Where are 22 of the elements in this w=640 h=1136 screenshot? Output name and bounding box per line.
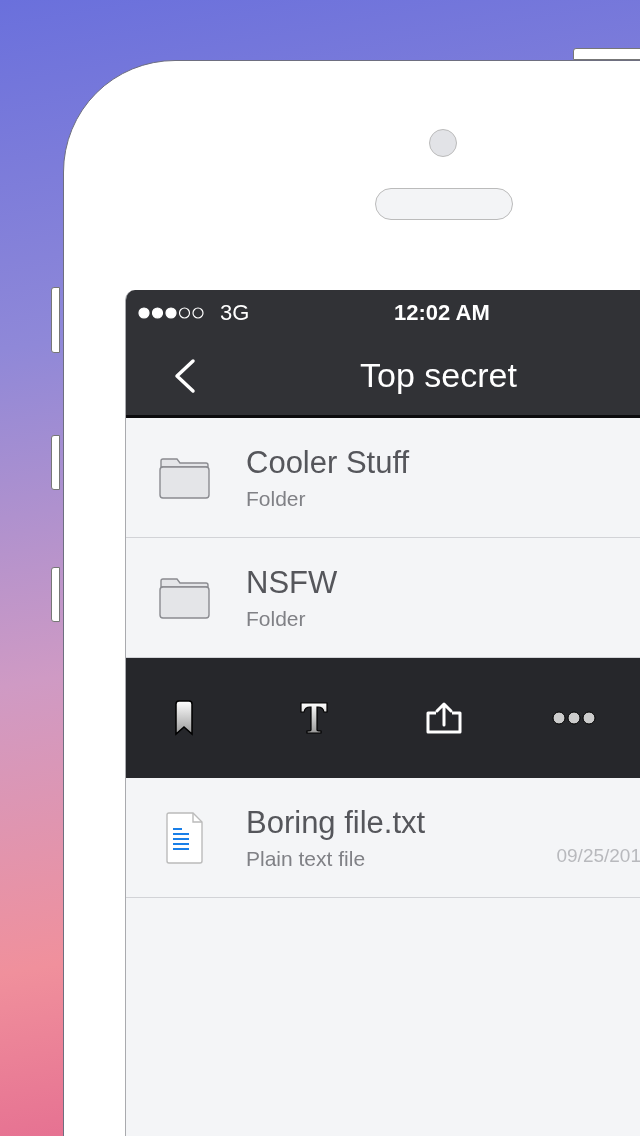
- share-icon: [424, 701, 464, 735]
- item-type: Folder: [246, 486, 307, 511]
- chevron-left-icon: [173, 357, 197, 394]
- file-list-row[interactable]: Boring file.txt Plain text file 09/25/201: [126, 778, 640, 898]
- file-list-row[interactable]: Cooler Stuff Folder: [126, 418, 640, 538]
- letter-t-icon: [299, 701, 329, 735]
- item-name: NSFW: [246, 564, 338, 601]
- item-name: Cooler Stuff: [246, 444, 410, 481]
- folder-icon: [159, 456, 211, 499]
- bookmark-icon: [174, 700, 194, 736]
- camera-dot: [429, 129, 457, 157]
- more-icon: [551, 710, 597, 726]
- folder-icon: [159, 576, 211, 619]
- screen-title: Top secret: [360, 356, 517, 395]
- clock-time: 12:02 AM: [394, 300, 490, 326]
- signal-icon: [138, 306, 206, 320]
- item-type: Plain text file: [246, 846, 367, 871]
- back-button[interactable]: [172, 356, 198, 395]
- item-name: Boring file.txt: [246, 804, 426, 841]
- item-type: Folder: [246, 606, 307, 631]
- network-label: 3G: [220, 300, 250, 326]
- modified-date: 09/25/201: [556, 845, 640, 867]
